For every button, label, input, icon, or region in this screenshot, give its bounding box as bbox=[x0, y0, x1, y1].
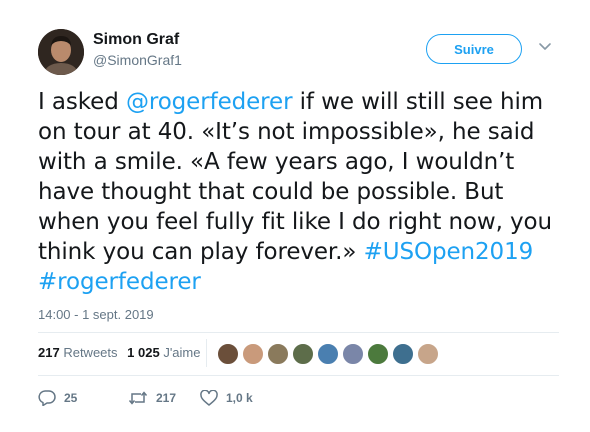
follow-button[interactable]: Suivre bbox=[426, 34, 522, 64]
tweet-text-segment: I asked bbox=[38, 89, 126, 115]
tweet-line: I asked @rogerfederer if we will still s… bbox=[38, 87, 558, 117]
liker-avatar-5[interactable] bbox=[317, 343, 339, 365]
likes-stat[interactable]: 1 025 J'aime bbox=[127, 345, 200, 360]
tweet-text-segment: with a smile. «A few years ago, I wouldn… bbox=[38, 149, 515, 175]
chevron-down-icon[interactable] bbox=[538, 42, 552, 52]
author-avatar[interactable] bbox=[38, 29, 84, 75]
author-name[interactable]: Simon Graf bbox=[93, 31, 179, 49]
divider-bottom bbox=[38, 375, 559, 376]
tweet-text-segment: when you feel fully fit like I do right … bbox=[38, 209, 553, 235]
like-count: 1,0 k bbox=[226, 391, 253, 405]
tweet-text-segment: if we will still see him bbox=[292, 89, 544, 115]
tweet-card: Simon Graf @SimonGraf1 Suivre I asked @r… bbox=[0, 0, 590, 432]
reply-icon bbox=[38, 390, 56, 406]
tweet-line: with a smile. «A few years ago, I wouldn… bbox=[38, 147, 558, 177]
liker-avatar-2[interactable] bbox=[242, 343, 264, 365]
retweet-count: 217 bbox=[156, 391, 177, 405]
tweet-line: have thought that could be possible. But bbox=[38, 177, 558, 207]
liker-avatars bbox=[217, 343, 442, 365]
tweet-line: when you feel fully fit like I do right … bbox=[38, 207, 558, 237]
tweet-line: on tour at 40. «It’s not impossible», he… bbox=[38, 117, 558, 147]
author-handle[interactable]: @SimonGraf1 bbox=[93, 52, 182, 68]
tweet-text: I asked @rogerfederer if we will still s… bbox=[38, 87, 558, 297]
tweet-text-segment: on tour at 40. «It’s not impossible», he… bbox=[38, 119, 535, 145]
tweet-timestamp[interactable]: 14:00 - 1 sept. 2019 bbox=[38, 307, 154, 322]
retweets-count: 217 bbox=[38, 345, 60, 360]
liker-avatar-8[interactable] bbox=[392, 343, 414, 365]
liker-avatar-6[interactable] bbox=[342, 343, 364, 365]
mention-link[interactable]: @rogerfederer bbox=[126, 89, 293, 115]
retweets-label: Retweets bbox=[63, 345, 118, 360]
divider-top bbox=[38, 332, 559, 333]
liker-avatar-3[interactable] bbox=[267, 343, 289, 365]
hashtag-link[interactable]: #USOpen2019 bbox=[364, 239, 534, 265]
hashtag-link[interactable]: #rogerfederer bbox=[38, 269, 201, 295]
likes-label: J'aime bbox=[163, 345, 201, 360]
tweet-actions: 25 217 1,0 k bbox=[38, 390, 253, 406]
tweet-line: think you can play forever.» #USOpen2019 bbox=[38, 237, 558, 267]
liker-avatar-9[interactable] bbox=[417, 343, 439, 365]
stats-separator bbox=[206, 339, 207, 367]
tweet-text-segment: have thought that could be possible. But bbox=[38, 179, 504, 205]
liker-avatar-7[interactable] bbox=[367, 343, 389, 365]
liker-avatar-4[interactable] bbox=[292, 343, 314, 365]
retweet-icon bbox=[128, 391, 148, 405]
retweet-button[interactable]: 217 bbox=[128, 390, 200, 406]
likes-count: 1 025 bbox=[127, 345, 160, 360]
liker-avatar-1[interactable] bbox=[217, 343, 239, 365]
reply-button[interactable]: 25 bbox=[38, 390, 128, 406]
tweet-line: #rogerfederer bbox=[38, 267, 558, 297]
tweet-text-segment: think you can play forever.» bbox=[38, 239, 364, 265]
tweet-stats: 217 Retweets 1 025 J'aime bbox=[38, 345, 207, 360]
like-button[interactable]: 1,0 k bbox=[200, 390, 253, 406]
reply-count: 25 bbox=[64, 391, 78, 405]
heart-icon bbox=[200, 390, 218, 406]
retweets-stat[interactable]: 217 Retweets bbox=[38, 345, 118, 360]
